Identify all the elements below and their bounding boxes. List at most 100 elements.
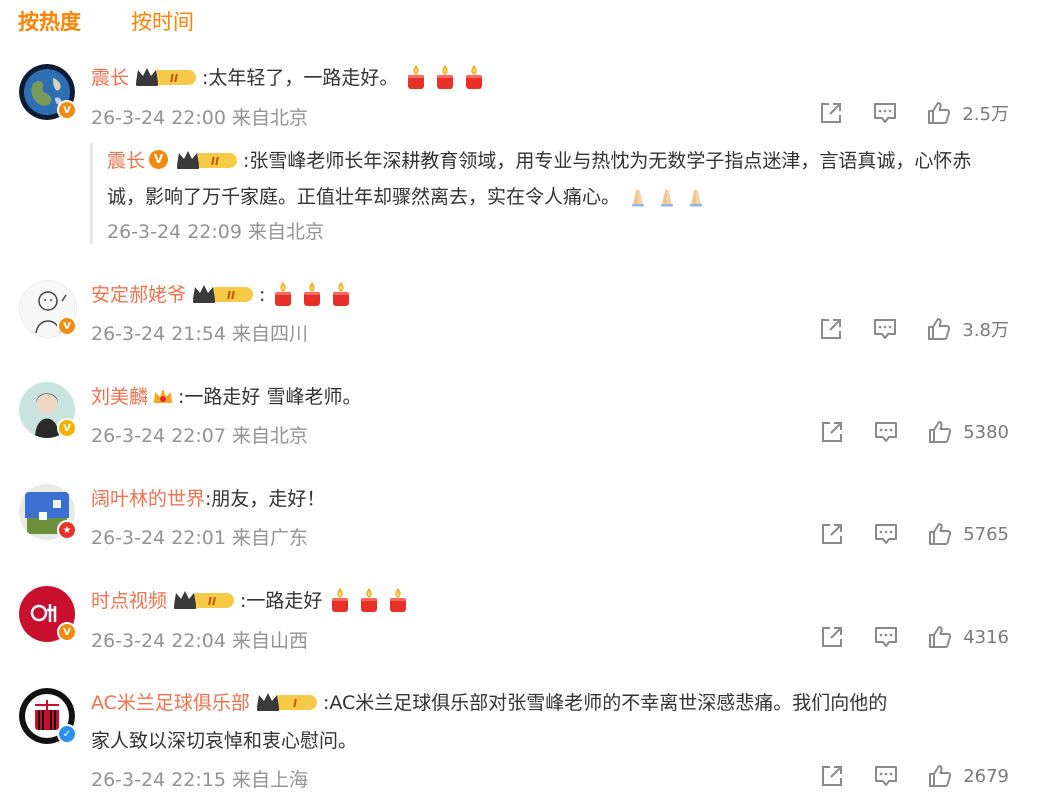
comment-meta: 26-3-24 22:04 来自山西 [91, 630, 308, 652]
comment-meta: 26-3-24 22:01 来自广东 [91, 527, 308, 549]
vip-crown-icon: II [175, 149, 239, 171]
comment-text: :AC米兰足球俱乐部对张雪峰老师的不幸离世深感悲痛。我们向他的 [322, 692, 888, 714]
comment-button[interactable] [873, 419, 899, 445]
share-button[interactable] [818, 100, 844, 126]
candle-emoji-icon [387, 587, 409, 613]
sort-tabs: 按热度 按时间 [18, 8, 194, 38]
candle-emoji-icon [405, 64, 427, 90]
verified-badge: V [149, 150, 169, 169]
share-button[interactable] [819, 419, 845, 445]
thumb-up-icon [926, 100, 952, 126]
like-count: 3.8万 [962, 320, 1009, 341]
comment-meta: 26-3-24 22:00 来自北京 [91, 107, 308, 129]
comment-text: :朋友，走好！ [205, 488, 326, 510]
thumb-up-icon [927, 763, 953, 789]
candle-emoji-icon [330, 281, 352, 307]
comment-icon [872, 316, 898, 342]
vip-crown-icon: II [172, 589, 236, 611]
comment-text: :一路走好 雪峰老师。 [178, 386, 362, 408]
tab-sort-by-time[interactable]: 按时间 [131, 8, 194, 38]
comment-icon [873, 419, 899, 445]
comment-button[interactable] [872, 316, 898, 342]
share-button[interactable] [819, 624, 845, 650]
folded-hands-emoji-icon [656, 183, 678, 209]
comment-text: : [259, 284, 266, 306]
thumb-up-icon [927, 624, 953, 650]
username[interactable]: 阔叶林的世界 [91, 488, 205, 510]
share-icon [819, 763, 845, 789]
username[interactable]: 震长 [91, 67, 129, 89]
folded-hands-emoji-icon [627, 183, 649, 209]
share-icon [819, 521, 845, 547]
candle-emoji-icon [434, 64, 456, 90]
comment-button[interactable] [873, 624, 899, 650]
like-button[interactable]: 5380 [927, 419, 1009, 445]
comment-button[interactable] [872, 100, 898, 126]
like-button[interactable]: 5765 [927, 521, 1009, 547]
comment-actions: 3.8万 [790, 316, 1009, 342]
verified-badge: ★ [57, 520, 77, 540]
share-button[interactable] [819, 763, 845, 789]
like-count: 2679 [963, 765, 1009, 787]
comment-actions: 2.5万 [790, 100, 1009, 126]
comment-button[interactable] [873, 763, 899, 789]
reply-block: 震长 V II:张雪峰老师长年深耕教育领域，用专业与热忱为无数学子指点迷津，言语真诚… [90, 143, 1022, 244]
comment-actions: 4316 [791, 624, 1009, 650]
like-button[interactable]: 4316 [927, 624, 1009, 650]
comment-actions: 2679 [791, 763, 1009, 789]
svg-text:II: II [208, 595, 216, 608]
share-icon [818, 316, 844, 342]
reply-meta: 26-3-24 22:09 来自北京 [107, 221, 324, 243]
comment-meta: 26-3-24 21:54 来自四川 [91, 323, 308, 345]
comment-icon [872, 100, 898, 126]
username[interactable]: AC米兰足球俱乐部 [91, 692, 250, 714]
comment-icon [873, 763, 899, 789]
comment-meta: 26-3-24 22:07 来自北京 [91, 425, 308, 447]
like-count: 2.5万 [962, 104, 1009, 125]
comment-text-continued: 家人致以深切哀悼和衷心慰问。 [91, 730, 358, 752]
svg-text:II: II [227, 289, 235, 302]
like-count: 4316 [963, 626, 1009, 648]
comment-actions: 5380 [791, 419, 1009, 445]
comment-icon [873, 624, 899, 650]
like-count: 5765 [963, 523, 1009, 545]
thumb-up-icon [927, 521, 953, 547]
username[interactable]: 时点视频 [91, 590, 167, 612]
comment-actions: 5765 [791, 521, 1009, 547]
folded-hands-emoji-icon [685, 183, 707, 209]
share-icon [819, 624, 845, 650]
like-count: 5380 [963, 421, 1009, 443]
verified-badge: V [57, 316, 77, 336]
like-button[interactable]: 2679 [927, 763, 1009, 789]
svg-text:II: II [170, 72, 178, 85]
tab-sort-by-hot[interactable]: 按热度 [18, 8, 81, 38]
share-icon [818, 100, 844, 126]
candle-emoji-icon [329, 587, 351, 613]
verified-badge: V [57, 622, 77, 642]
verified-badge: V [57, 100, 77, 120]
share-button[interactable] [818, 316, 844, 342]
reply-username[interactable]: 震长 [107, 150, 145, 172]
crown-icon [152, 386, 174, 406]
like-button[interactable]: 3.8万 [926, 316, 1009, 342]
vip-crown-icon: II [191, 283, 255, 305]
verified-badge: V [57, 418, 77, 438]
thumb-up-icon [927, 419, 953, 445]
vip-crown-icon: II [134, 66, 198, 88]
comment-text: :太年轻了，一路走好。 [202, 67, 399, 89]
svg-text:I: I [293, 697, 297, 710]
comment-button[interactable] [873, 521, 899, 547]
username[interactable]: 刘美麟 [91, 386, 148, 408]
svg-text:II: II [211, 155, 219, 168]
comment-text: :一路走好 [240, 590, 323, 612]
candle-emoji-icon [358, 587, 380, 613]
vip-crown-icon: I [255, 691, 319, 713]
candle-emoji-icon [463, 64, 485, 90]
like-button[interactable]: 2.5万 [926, 100, 1009, 126]
verified-badge: ✓ [57, 724, 77, 744]
thumb-up-icon [926, 316, 952, 342]
username[interactable]: 安定郝姥爷 [91, 284, 186, 306]
share-button[interactable] [819, 521, 845, 547]
candle-emoji-icon [301, 281, 323, 307]
comment-icon [873, 521, 899, 547]
